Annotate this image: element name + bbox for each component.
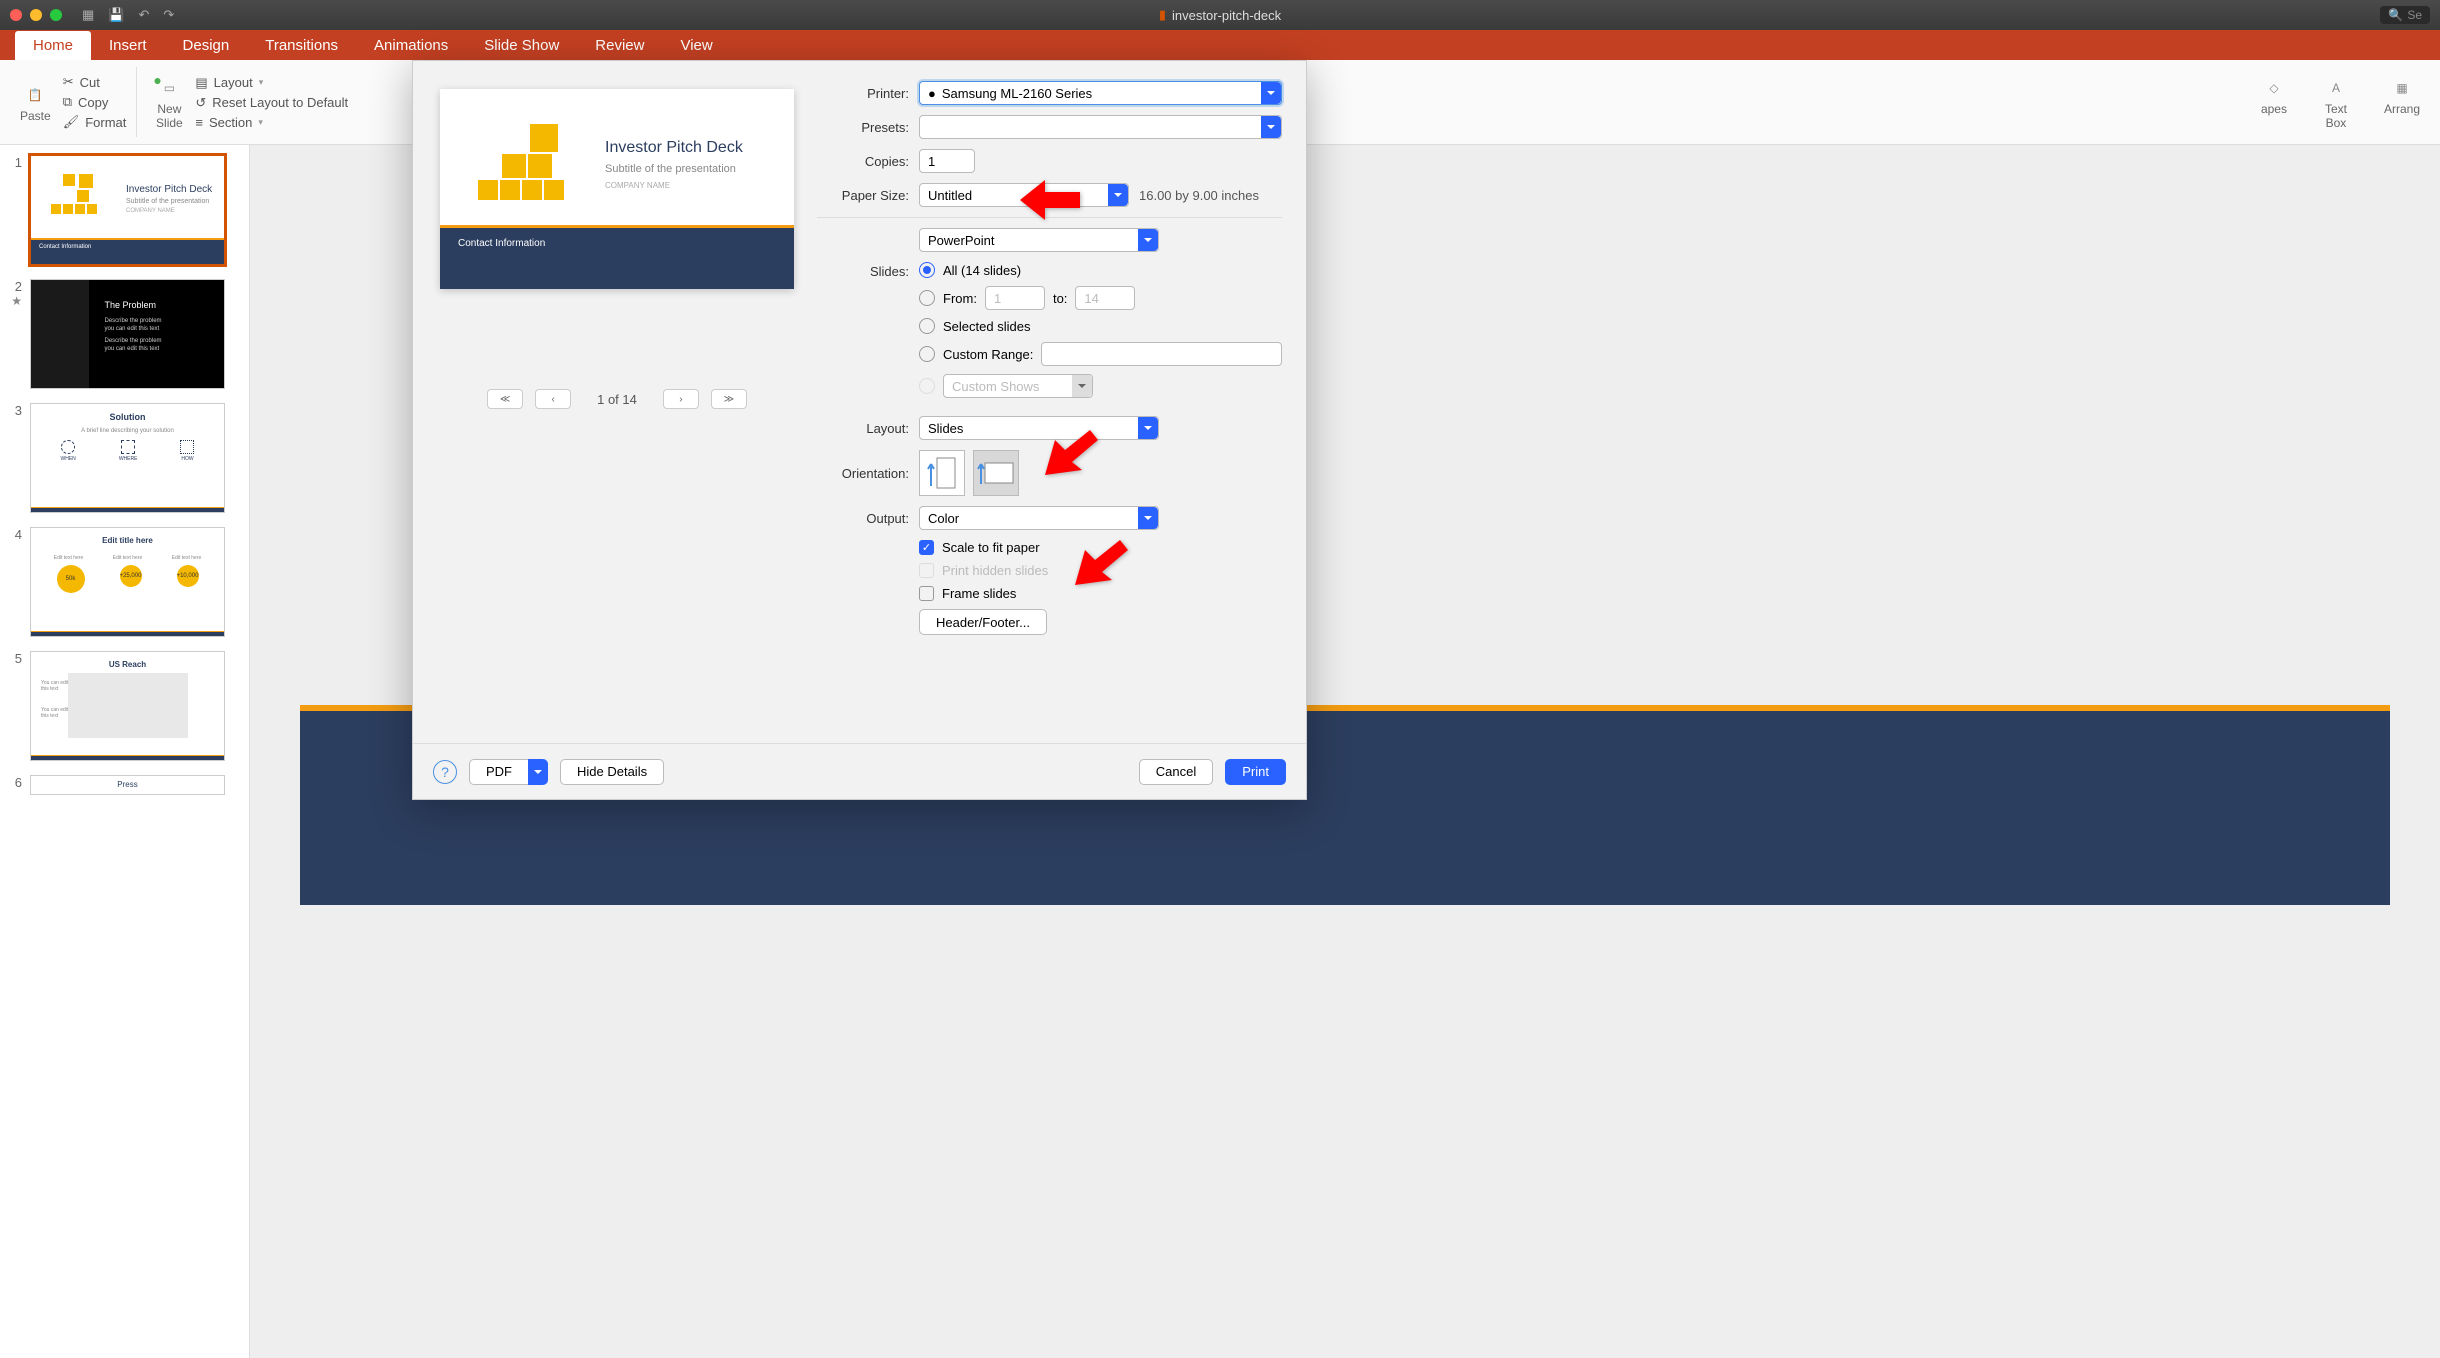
copies-input[interactable] (919, 149, 975, 173)
tab-view[interactable]: View (662, 31, 730, 60)
pager-first-button[interactable]: ≪ (487, 389, 523, 409)
section-button[interactable]: ≡Section▾ (195, 113, 348, 132)
print-preview: Investor Pitch Deck Subtitle of the pres… (440, 89, 794, 289)
titlebar: ▦ 💾 ↶ ↷ ▮ investor-pitch-deck 🔍 Se (0, 0, 2440, 30)
app-options-select[interactable]: PowerPoint (919, 228, 1159, 252)
search-box[interactable]: 🔍 Se (2380, 6, 2430, 24)
print-dialog: Investor Pitch Deck Subtitle of the pres… (412, 60, 1307, 800)
printer-select[interactable]: ● Samsung ML-2160 Series (919, 81, 1282, 105)
pager-last-button[interactable]: ≫ (711, 389, 747, 409)
paper-size-info: 16.00 by 9.00 inches (1139, 188, 1259, 203)
orientation-portrait-button[interactable] (919, 450, 965, 496)
thumbnail-4[interactable]: Edit title here Edit text hereEdit text … (30, 527, 225, 637)
thumbnail-6[interactable]: Press (30, 775, 225, 795)
thumb-number: 3 (6, 403, 22, 418)
tab-slideshow[interactable]: Slide Show (466, 31, 577, 60)
brush-icon: 🖌 (63, 114, 80, 130)
reset-icon: ↺ (195, 95, 206, 111)
search-icon: 🔍 (2388, 8, 2403, 22)
clipboard-icon: 📋 (21, 81, 49, 109)
output-select[interactable]: Color (919, 506, 1159, 530)
text-box-button[interactable]: A Text Box (2314, 70, 2358, 134)
arrange-button[interactable]: ▦ Arrang (2376, 70, 2428, 134)
thumb-number: 2 (6, 279, 22, 294)
radio-from-to[interactable]: From: to: (919, 286, 1282, 310)
doc-icon: ▮ (1159, 7, 1166, 23)
save-icon[interactable]: 💾 (108, 7, 124, 23)
orientation-landscape-button[interactable] (973, 450, 1019, 496)
custom-range-input[interactable] (1041, 342, 1282, 366)
from-input[interactable] (985, 286, 1045, 310)
to-input[interactable] (1075, 286, 1135, 310)
layout-icon: ▤ (195, 75, 207, 91)
thumbnail-1[interactable]: Investor Pitch Deck Subtitle of the pres… (30, 155, 225, 265)
radio-selected-slides[interactable]: Selected slides (919, 318, 1282, 334)
thumbnail-2[interactable]: The Problem Describe the problem you can… (30, 279, 225, 389)
paste-button[interactable]: 📋 Paste (12, 77, 59, 127)
thumbnail-5[interactable]: US Reach You can editthis text You can e… (30, 651, 225, 761)
layout-select[interactable]: Slides (919, 416, 1159, 440)
minimize-window-button[interactable] (30, 9, 42, 21)
pdf-button[interactable]: PDF (469, 759, 548, 785)
scissors-icon: ✂ (63, 74, 74, 90)
radio-custom-range[interactable]: Custom Range: (919, 342, 1282, 366)
tab-transitions[interactable]: Transitions (247, 31, 356, 60)
arrange-icon: ▦ (2388, 74, 2416, 102)
print-button[interactable]: Print (1225, 759, 1286, 785)
radio-all-slides[interactable]: All (14 slides) (919, 262, 1282, 278)
thumbnail-3[interactable]: Solution A brief line describing your so… (30, 403, 225, 513)
pager-text: 1 of 14 (597, 392, 637, 407)
help-button[interactable]: ? (433, 760, 457, 784)
slide-thumbnails: 1 Investor Pitch Deck Subtitle of the pr… (0, 145, 250, 1358)
header-footer-button[interactable]: Header/Footer... (919, 609, 1047, 635)
reset-layout-button[interactable]: ↺Reset Layout to Default (195, 93, 348, 113)
maximize-window-button[interactable] (50, 9, 62, 21)
thumb-number: 4 (6, 527, 22, 542)
tab-design[interactable]: Design (165, 31, 248, 60)
annotation-arrow-3 (1070, 540, 1130, 600)
hide-details-button[interactable]: Hide Details (560, 759, 664, 785)
tab-home[interactable]: Home (15, 31, 91, 60)
undo-icon[interactable]: ↶ (138, 7, 149, 23)
cut-button[interactable]: ✂Cut (63, 72, 127, 92)
document-title: investor-pitch-deck (1172, 8, 1281, 23)
layout-button[interactable]: ▤Layout▾ (195, 73, 348, 93)
new-slide-button[interactable]: ●▭ New Slide (147, 70, 191, 134)
new-slide-icon: ●▭ (155, 74, 183, 102)
cancel-button[interactable]: Cancel (1139, 759, 1213, 785)
presets-select[interactable] (919, 115, 1282, 139)
thumb-number: 6 (6, 775, 22, 790)
radio-custom-shows: Custom Shows (919, 374, 1282, 398)
pager-next-button[interactable]: › (663, 389, 699, 409)
thumb-number: 5 (6, 651, 22, 666)
copy-icon: ⧉ (63, 94, 72, 110)
redo-icon[interactable]: ↷ (163, 7, 174, 23)
tab-review[interactable]: Review (577, 31, 662, 60)
us-map-icon (68, 673, 188, 738)
star-icon: ★ (6, 294, 22, 308)
section-icon: ≡ (195, 115, 203, 130)
shapes-button[interactable]: ◇ apes (2252, 70, 2296, 134)
file-icon[interactable]: ▦ (82, 7, 94, 23)
tab-animations[interactable]: Animations (356, 31, 466, 60)
ribbon-tabs: Home Insert Design Transitions Animation… (0, 30, 2440, 60)
tab-insert[interactable]: Insert (91, 31, 165, 60)
annotation-arrow-2 (1040, 430, 1100, 490)
printer-status-icon: ● (928, 86, 936, 101)
format-button[interactable]: 🖌Format (63, 112, 127, 132)
close-window-button[interactable] (10, 9, 22, 21)
pager-prev-button[interactable]: ‹ (535, 389, 571, 409)
annotation-arrow-1 (1020, 175, 1090, 230)
thumb-number: 1 (6, 155, 22, 170)
copy-button[interactable]: ⧉Copy (63, 92, 127, 112)
text-box-icon: A (2322, 74, 2350, 102)
shapes-icon: ◇ (2260, 74, 2288, 102)
